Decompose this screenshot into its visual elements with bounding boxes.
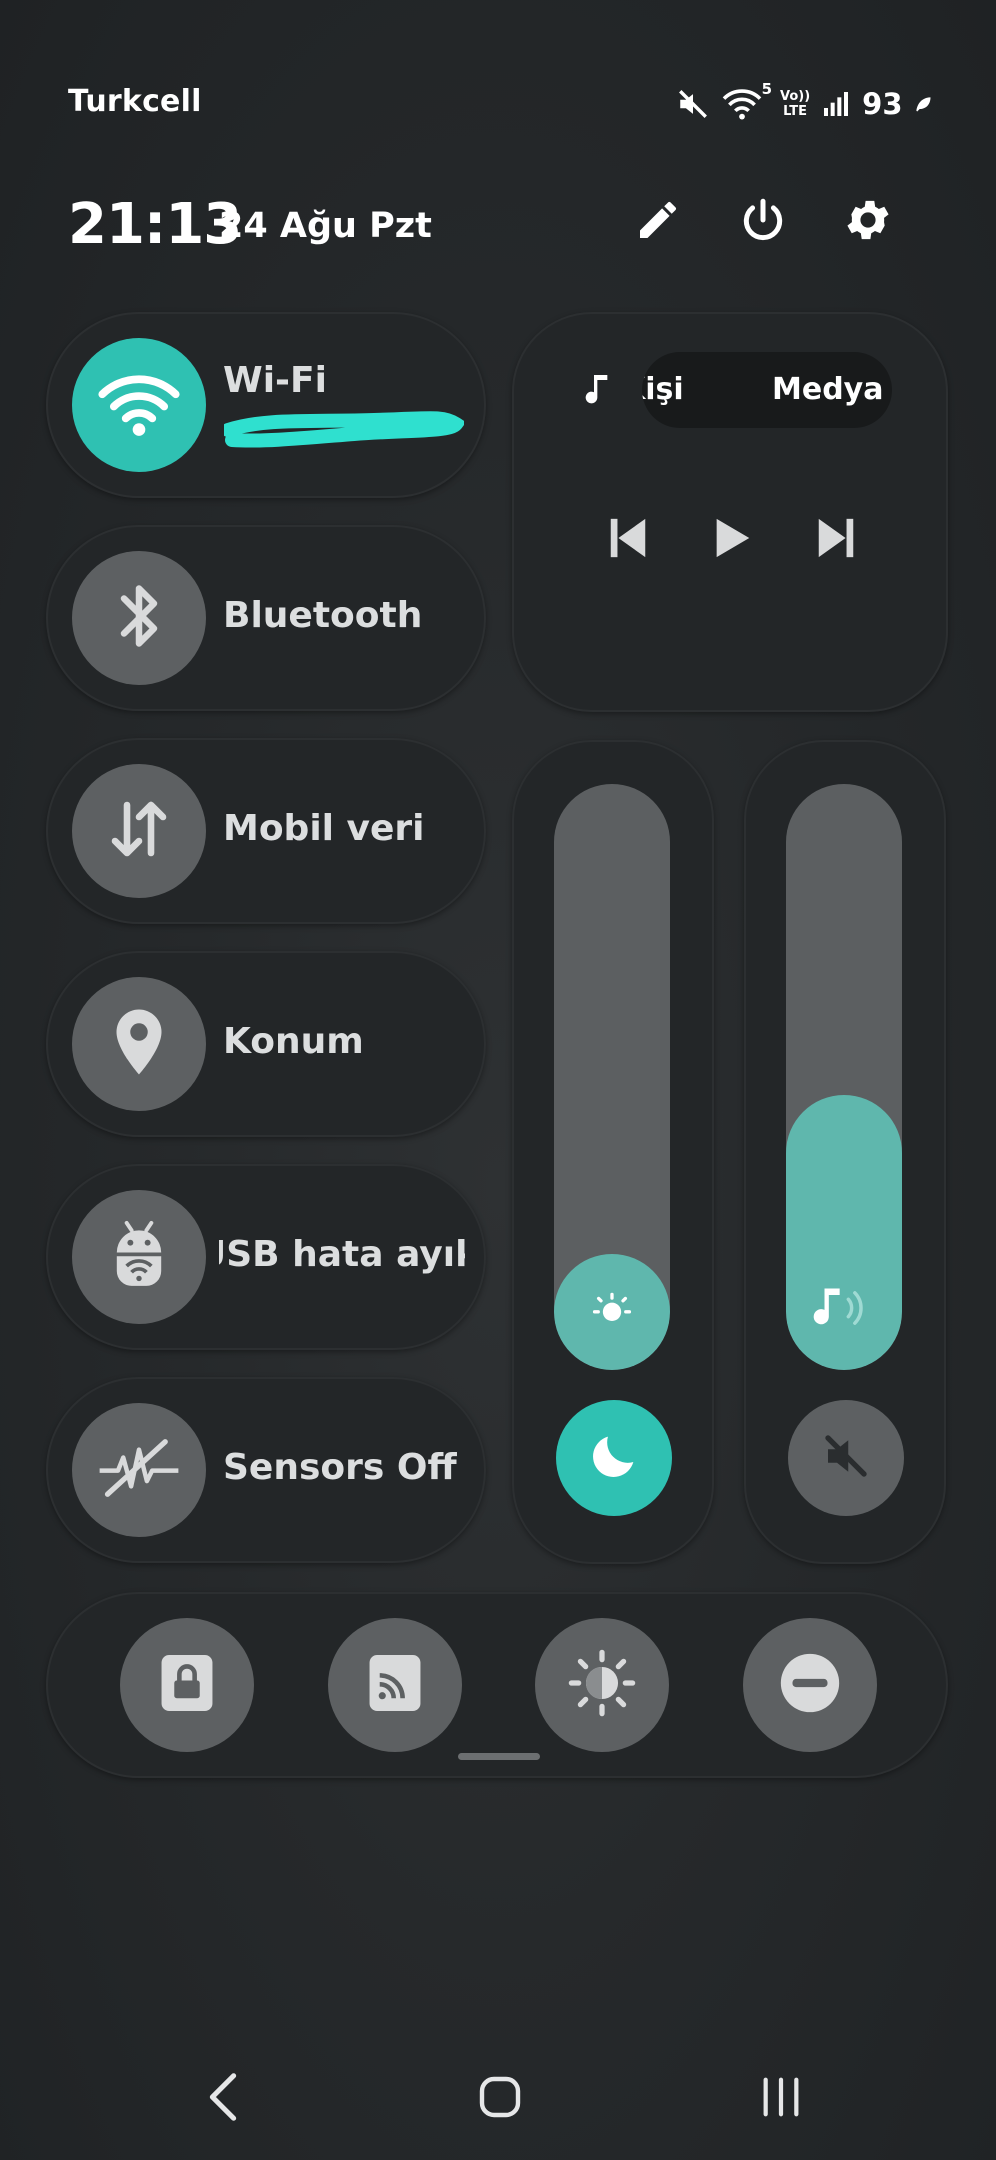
edit-button[interactable] bbox=[626, 190, 690, 254]
home-button[interactable] bbox=[455, 2066, 545, 2132]
sensors-off-toggle[interactable] bbox=[72, 1403, 206, 1537]
back-button[interactable] bbox=[178, 2066, 268, 2132]
redaction-scribble bbox=[224, 411, 464, 448]
do-not-disturb-icon bbox=[775, 1648, 845, 1722]
cast-button[interactable] bbox=[328, 1618, 462, 1752]
brightness-panel bbox=[512, 740, 714, 1564]
volume-panel bbox=[744, 740, 946, 1564]
battery-saver-icon bbox=[913, 94, 933, 114]
mute-icon bbox=[676, 87, 710, 121]
recents-icon bbox=[758, 2073, 804, 2125]
home-icon bbox=[476, 2073, 524, 2125]
music-volume-icon bbox=[786, 1282, 902, 1334]
brightness-icon bbox=[554, 1288, 670, 1332]
tile-mobile-data[interactable]: Mobil veri bbox=[46, 738, 486, 924]
recents-button[interactable] bbox=[736, 2066, 826, 2132]
tile-label: Sensors Off bbox=[223, 1447, 457, 1488]
previous-icon bbox=[608, 515, 648, 565]
night-mode-button[interactable] bbox=[556, 1400, 672, 1516]
clock[interactable]: 21:13 bbox=[68, 192, 242, 257]
tile-wifi[interactable]: Wi-Fi bbox=[46, 312, 486, 498]
tile-location[interactable]: Konum bbox=[46, 951, 486, 1137]
volume-slider[interactable] bbox=[786, 784, 902, 1370]
panel-drag-handle[interactable] bbox=[458, 1753, 540, 1760]
sensors-off-icon bbox=[97, 1435, 181, 1505]
tile-label: Mobil veri bbox=[223, 808, 425, 849]
tile-usb-debugging[interactable]: USB hata ayıklama bbox=[46, 1164, 486, 1350]
power-button[interactable] bbox=[731, 190, 795, 254]
status-icons: 5 Vo)) LTE 93 bbox=[676, 80, 933, 126]
brightness-slider[interactable] bbox=[554, 784, 670, 1370]
wifi-signal-icon: 5 bbox=[720, 80, 772, 122]
power-icon bbox=[738, 195, 788, 249]
mobile-data-icon bbox=[103, 793, 175, 869]
mute-button[interactable] bbox=[788, 1400, 904, 1516]
tile-label: Konum bbox=[223, 1021, 364, 1062]
back-icon bbox=[206, 2071, 240, 2127]
cast-icon bbox=[367, 1652, 423, 1718]
cell-signal-icon bbox=[820, 88, 852, 120]
do-not-disturb-button[interactable] bbox=[743, 1618, 877, 1752]
bottom-quick-tiles bbox=[46, 1592, 948, 1778]
wifi-icon bbox=[96, 368, 182, 442]
volte-icon: Vo)) LTE bbox=[780, 89, 811, 119]
moon-icon bbox=[585, 1427, 643, 1489]
gear-icon bbox=[842, 194, 894, 250]
media-output-option[interactable]: Medya bbox=[772, 372, 883, 407]
auto-brightness-button[interactable] bbox=[535, 1618, 669, 1752]
media-panel: Kişi Medya bbox=[512, 312, 948, 712]
android-debug-icon bbox=[109, 1218, 169, 1296]
play-icon bbox=[712, 515, 752, 565]
play-button[interactable] bbox=[704, 512, 760, 568]
tile-label: Wi-Fi bbox=[223, 360, 327, 401]
speaker-muted-icon bbox=[819, 1429, 873, 1487]
previous-button[interactable] bbox=[600, 512, 656, 568]
mobile-data-toggle[interactable] bbox=[72, 764, 206, 898]
wifi-toggle[interactable] bbox=[72, 338, 206, 472]
bluetooth-toggle[interactable] bbox=[72, 551, 206, 685]
usb-debugging-toggle[interactable] bbox=[72, 1190, 206, 1324]
bluetooth-icon bbox=[109, 578, 169, 658]
wifi-badge: 5 bbox=[761, 80, 772, 98]
tile-sensors-off[interactable]: Sensors Off bbox=[46, 1377, 486, 1563]
next-icon bbox=[816, 515, 856, 565]
battery-level: 93 bbox=[862, 87, 903, 121]
location-pin-icon bbox=[109, 1003, 169, 1085]
tile-label: Bluetooth bbox=[223, 595, 423, 636]
screen-lock-icon bbox=[159, 1652, 215, 1718]
location-toggle[interactable] bbox=[72, 977, 206, 1111]
music-note-icon bbox=[582, 370, 616, 414]
next-button[interactable] bbox=[808, 512, 864, 568]
tile-bluetooth[interactable]: Bluetooth bbox=[46, 525, 486, 711]
pencil-icon bbox=[634, 196, 682, 248]
auto-brightness-icon bbox=[567, 1648, 637, 1722]
screen-lock-button[interactable] bbox=[120, 1618, 254, 1752]
tile-label: USB hata ayıklama bbox=[219, 1234, 465, 1275]
settings-button[interactable] bbox=[836, 190, 900, 254]
media-output-option[interactable]: Kişi bbox=[642, 372, 684, 407]
media-output-selector[interactable]: Kişi Medya bbox=[642, 352, 892, 428]
carrier-name: Turkcell bbox=[68, 84, 202, 119]
tile-label-marquee: USB hata ayıklama bbox=[219, 1224, 465, 1284]
date[interactable]: 24 Ağu Pzt bbox=[219, 206, 432, 246]
